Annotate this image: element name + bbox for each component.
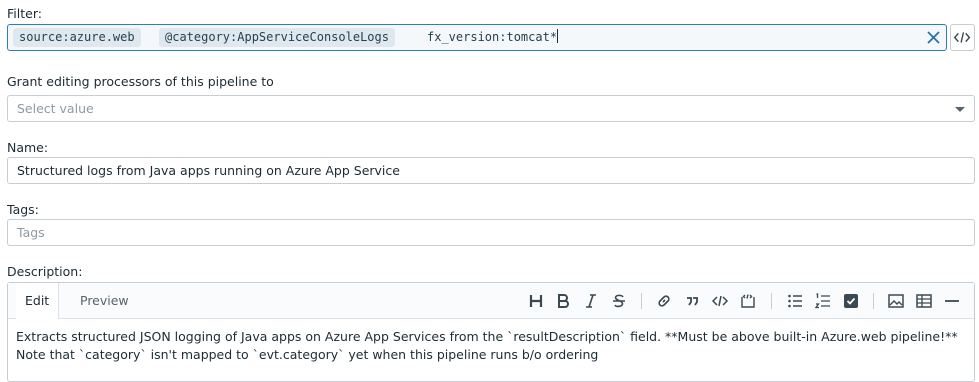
numbered-list-icon[interactable]	[814, 292, 832, 310]
editor-toolbar: Edit Preview	[8, 283, 974, 319]
text-caret	[557, 29, 559, 43]
description-line: Extracts structured JSON logging of Java…	[16, 329, 958, 344]
toolbar-divider	[873, 293, 874, 309]
tab-edit[interactable]: Edit	[16, 283, 60, 319]
description-textarea[interactable]: Extracts structured JSON logging of Java…	[16, 328, 964, 364]
filter-chip-fx-version-text: fx_version:tomcat*	[427, 30, 558, 44]
tab-preview[interactable]: Preview	[80, 283, 129, 318]
toolbar-divider	[771, 293, 772, 309]
task-list-icon[interactable]	[842, 292, 860, 310]
description-line: Note that `category` isn't mapped to `ev…	[16, 347, 599, 362]
image-icon[interactable]	[887, 292, 905, 310]
code-block-icon[interactable]	[739, 292, 757, 310]
grant-select-placeholder: Select value	[17, 101, 94, 116]
horizontal-rule-icon[interactable]	[943, 292, 961, 310]
code-icon	[953, 32, 971, 43]
bullet-list-icon[interactable]	[786, 292, 804, 310]
grant-label: Grant editing processors of this pipelin…	[7, 74, 274, 89]
tags-label: Tags:	[7, 202, 39, 217]
heading-icon[interactable]	[527, 292, 545, 310]
filter-chip-fx-version[interactable]: fx_version:tomcat*	[421, 28, 564, 47]
tags-input[interactable]: Tags	[7, 219, 975, 246]
name-field-value: Structured logs from Java apps running o…	[17, 163, 400, 178]
italic-icon[interactable]	[582, 292, 600, 310]
description-label: Description:	[7, 264, 83, 279]
filter-input[interactable]: source:azure.web @category:AppServiceCon…	[7, 24, 947, 51]
chevron-down-icon	[955, 107, 965, 112]
name-label: Name:	[7, 140, 49, 155]
tags-placeholder: Tags	[17, 225, 45, 240]
filter-chip-source[interactable]: source:azure.web	[13, 28, 141, 47]
name-field[interactable]: Structured logs from Java apps running o…	[7, 157, 975, 184]
filter-label: Filter:	[7, 6, 42, 21]
filter-chip-category[interactable]: @category:AppServiceConsoleLogs	[159, 28, 395, 47]
strikethrough-icon[interactable]	[610, 292, 628, 310]
grant-select[interactable]: Select value	[7, 95, 975, 122]
code-view-button[interactable]	[950, 24, 975, 51]
bold-icon[interactable]	[554, 292, 572, 310]
link-icon[interactable]	[655, 292, 673, 310]
quote-icon[interactable]	[683, 292, 701, 310]
description-editor: Edit Preview Extracts structured JSON lo…	[7, 282, 975, 382]
close-icon[interactable]	[924, 28, 943, 47]
toolbar-divider	[641, 293, 642, 309]
code-icon[interactable]	[711, 292, 729, 310]
table-icon[interactable]	[915, 292, 933, 310]
